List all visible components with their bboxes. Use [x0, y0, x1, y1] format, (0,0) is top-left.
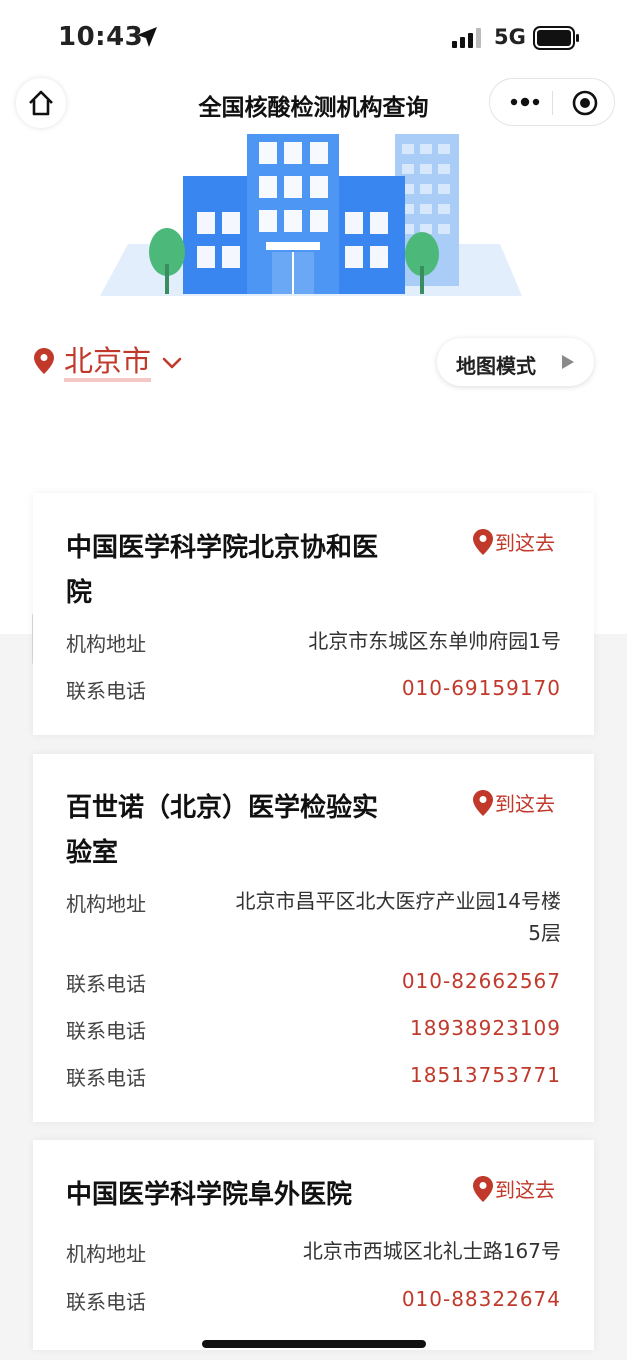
institution-name: 中国医学科学院阜外医院 [66, 1180, 353, 1210]
more-icon[interactable] [510, 95, 540, 109]
navigate-button[interactable]: 到这去 [473, 788, 555, 817]
institution-name: 百世诺（北京）医学检验实 验室 [66, 793, 379, 868]
nav-bar: 全国核酸检测机构查询 [0, 76, 627, 134]
navigate-button[interactable]: 到这去 [473, 1174, 555, 1203]
content-area: 北京市 地图模式 中国医学科学院北京协和医 院 [0, 134, 627, 1360]
location-pin-icon [473, 789, 493, 816]
map-mode-label: 地图模式 [456, 354, 536, 378]
location-pin-icon [34, 348, 54, 374]
map-mode-button[interactable]: 地图模式 [437, 338, 594, 386]
navigate-label: 到这去 [495, 792, 555, 816]
address-value: 北京市西城区北礼士路167号 [302, 1239, 561, 1263]
location-arrow-icon [137, 27, 157, 47]
chevron-down-icon[interactable] [162, 356, 182, 370]
status-bar: 10:43 5G [0, 0, 627, 76]
institution-card[interactable]: 中国医学科学院阜外医院 到这去 机构地址 北京市西城区北礼士路167号 联系电话… [33, 1140, 594, 1350]
hospital-illustration [100, 134, 522, 296]
institution-name: 中国医学科学院北京协和医 院 [66, 533, 379, 608]
status-time: 10:43 [58, 22, 144, 52]
phone-link[interactable]: 010-69159170 [402, 672, 561, 704]
city-selector[interactable]: 北京市 [64, 344, 152, 382]
network-type: 5G [494, 25, 526, 49]
phone-label: 联系电话 [66, 972, 146, 996]
institution-card[interactable]: 百世诺（北京）医学检验实 验室 到这去 机构地址 北京市昌平区北大医疗产业园14… [33, 754, 594, 1122]
phone-label: 联系电话 [66, 1019, 146, 1043]
navigate-button[interactable]: 到这去 [473, 527, 555, 556]
hospital-banner [0, 134, 627, 334]
phone-link[interactable]: 010-88322674 [402, 1283, 561, 1315]
phone-link[interactable]: 18513753771 [410, 1059, 561, 1091]
phone-link[interactable]: 010-82662567 [402, 965, 561, 997]
phone-label: 联系电话 [66, 1066, 146, 1090]
location-pin-icon [473, 1175, 493, 1202]
address-label: 机构地址 [66, 892, 146, 916]
institution-card[interactable]: 中国医学科学院北京协和医 院 到这去 机构地址 北京市东城区东单帅府园1号 联系… [33, 493, 594, 735]
address-label: 机构地址 [66, 632, 146, 656]
phone-label: 联系电话 [66, 1290, 146, 1314]
navigate-label: 到这去 [495, 531, 555, 555]
address-label: 机构地址 [66, 1242, 146, 1266]
mini-program-capsule [489, 78, 615, 126]
close-target-icon[interactable] [572, 90, 598, 116]
battery-icon [533, 26, 579, 50]
signal-bars-icon [452, 28, 481, 48]
play-triangle-icon [562, 355, 574, 369]
phone-label: 联系电话 [66, 679, 146, 703]
capsule-divider [552, 91, 553, 115]
address-value: 北京市昌平区北大医疗产业园14号楼 5层 [235, 889, 561, 945]
navigate-label: 到这去 [495, 1178, 555, 1202]
address-value: 北京市东城区东单帅府园1号 [308, 629, 561, 653]
phone-link[interactable]: 18938923109 [410, 1012, 561, 1044]
home-indicator[interactable] [202, 1340, 426, 1348]
location-pin-icon [473, 528, 493, 555]
